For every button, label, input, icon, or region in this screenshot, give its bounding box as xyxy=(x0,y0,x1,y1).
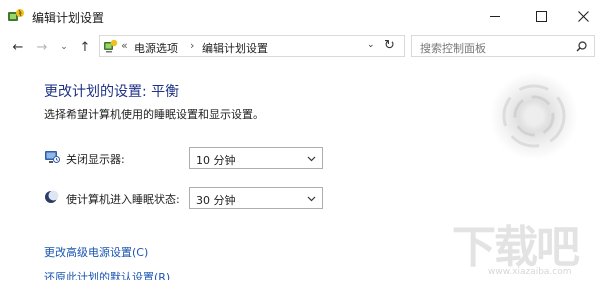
back-button[interactable]: ← xyxy=(8,38,28,56)
setting-display-off: 关闭显示器: xyxy=(44,147,194,169)
up-button[interactable]: ↑ xyxy=(75,38,95,56)
search-icon xyxy=(576,41,587,52)
chevron-down-icon xyxy=(307,156,316,162)
watermark-logo: 下载吧 xyxy=(452,222,580,273)
select-value: 10 分钟 xyxy=(196,154,236,167)
select-value: 30 分钟 xyxy=(196,194,236,207)
forward-arrow-icon: → xyxy=(36,39,48,55)
breadcrumb-edit-plan[interactable]: 编辑计划设置 xyxy=(202,40,268,56)
maximize-icon xyxy=(535,11,547,22)
sleep-select[interactable]: 30 分钟 xyxy=(189,187,323,209)
advanced-power-settings-link[interactable]: 更改高级电源设置(C) xyxy=(44,244,148,260)
restore-defaults-link[interactable]: 还原此计划的默认设置(R) xyxy=(44,269,170,280)
breadcrumb-power-options[interactable]: 电源选项 xyxy=(134,40,178,56)
minimize-button[interactable] xyxy=(472,0,518,33)
up-arrow-icon: ↑ xyxy=(79,39,91,55)
setting-label: 使计算机进入睡眠状态: xyxy=(66,193,180,206)
power-options-icon xyxy=(8,9,24,21)
page-subtitle: 选择希望计算机使用的睡眠设置和显示设置。 xyxy=(44,108,264,121)
recent-locations-button[interactable]: ⌄ xyxy=(57,38,71,56)
chevron-down-icon xyxy=(307,196,316,202)
control-panel-icon xyxy=(104,39,118,53)
power-swirl-graphic xyxy=(490,72,578,160)
maximize-button[interactable] xyxy=(518,0,564,33)
forward-button[interactable]: → xyxy=(32,38,52,56)
minimize-icon xyxy=(490,16,500,17)
main-content: 更改计划的设置: 平衡 选择希望计算机使用的睡眠设置和显示设置。 关闭显示器: … xyxy=(0,61,604,280)
chevron-down-icon: ⌄ xyxy=(60,42,68,52)
window-title: 编辑计划设置 xyxy=(32,11,105,25)
refresh-icon[interactable]: ↻ xyxy=(384,38,395,53)
setting-label: 关闭显示器: xyxy=(66,153,125,166)
watermark: 下载吧 www.xiazaiba.com xyxy=(452,211,592,279)
breadcrumb-overflow[interactable]: « xyxy=(121,39,128,52)
watermark-site: www.xiazaiba.com xyxy=(488,267,572,277)
close-button[interactable] xyxy=(560,0,604,33)
page-title: 更改计划的设置: 平衡 xyxy=(44,84,180,100)
display-off-select[interactable]: 10 分钟 xyxy=(189,147,323,169)
breadcrumb-separator[interactable]: › xyxy=(190,39,194,52)
address-bar[interactable]: « 电源选项 › 编辑计划设置 ⌄ ↻ xyxy=(99,35,405,57)
sleep-moon-icon xyxy=(45,190,59,203)
address-toolbar: ← → ⌄ ↑ « 电源选项 › 编辑计划设置 ⌄ ↻ 搜索控制面板 xyxy=(0,33,604,61)
back-arrow-icon: ← xyxy=(12,39,24,55)
monitor-icon xyxy=(45,151,60,163)
setting-sleep: 使计算机进入睡眠状态: xyxy=(44,187,194,209)
title-bar: 编辑计划设置 xyxy=(0,0,604,33)
search-placeholder: 搜索控制面板 xyxy=(420,42,486,55)
close-icon xyxy=(577,11,589,22)
search-input[interactable]: 搜索控制面板 xyxy=(411,35,595,57)
address-dropdown-icon[interactable]: ⌄ xyxy=(367,40,375,50)
